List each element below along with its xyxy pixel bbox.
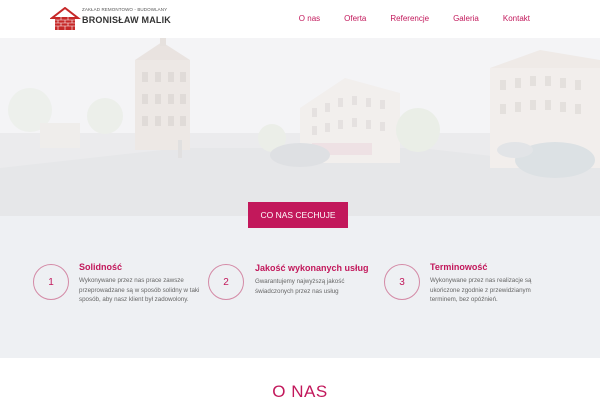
- feature-description: Wykonywane przez nas realizacje są ukońc…: [430, 277, 532, 303]
- hero-banner: [0, 38, 600, 216]
- hero-overlay: [0, 38, 600, 216]
- nav-item-kontakt[interactable]: Kontakt: [503, 14, 530, 23]
- feature-number-badge: 3: [384, 264, 420, 300]
- features-cta-button[interactable]: CO NAS CECHUJE: [248, 202, 348, 228]
- feature-number-badge: 1: [33, 264, 69, 300]
- nav-item-galeria[interactable]: Galeria: [453, 14, 479, 23]
- nav-item-oferta[interactable]: Oferta: [344, 14, 366, 23]
- feature-title: Solidność: [79, 262, 123, 272]
- nav-item-referencje[interactable]: Referencje: [390, 14, 429, 23]
- brand-text[interactable]: ZAKŁAD REMONTOWO - BUDOWLANY BRONISŁAW M…: [82, 7, 171, 25]
- feature-description: Wykonywane przez nas prace zawsze przepr…: [79, 277, 200, 303]
- brand-name: BRONISŁAW MALIK: [82, 14, 171, 25]
- nav-item-o-nas[interactable]: O nas: [299, 14, 320, 23]
- brand-tagline: ZAKŁAD REMONTOWO - BUDOWLANY: [82, 7, 168, 12]
- main-nav: O nas Oferta Referencje Galeria Kontakt: [275, 14, 530, 23]
- site-header: ZAKŁAD REMONTOWO - BUDOWLANY BRONISŁAW M…: [0, 0, 600, 38]
- feature-number-badge: 2: [208, 264, 244, 300]
- feature-title: Jakość wykonanych usług: [255, 263, 369, 273]
- feature-title: Terminowość: [430, 262, 488, 272]
- section-title: O NAS: [272, 382, 328, 401]
- feature-description: Gwarantujemy najwyższą jakość świadczony…: [255, 278, 345, 295]
